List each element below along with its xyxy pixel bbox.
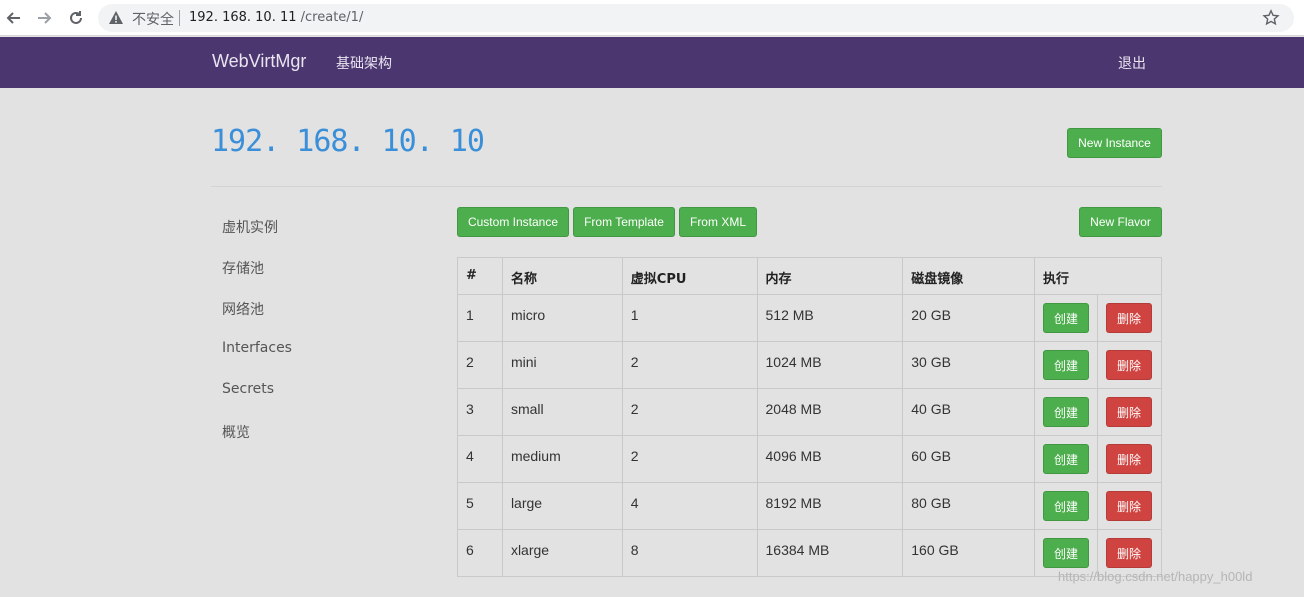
row-vcpu: 1 [621, 294, 758, 342]
table-row: 5 large 4 8192 MB 80 GB 创建 删除 [457, 482, 1163, 530]
page-title: 192. 168. 10. 10 [211, 124, 485, 159]
delete-button[interactable]: 删除 [1105, 538, 1152, 568]
url-separator [179, 10, 180, 26]
back-arrow-icon[interactable] [2, 6, 26, 30]
flavors-table: # 名称 虚拟CPU 内存 磁盘镜像 执行 1 micro 1 512 MB 2… [457, 257, 1163, 577]
bookmark-star-icon[interactable] [1262, 9, 1280, 27]
create-button[interactable]: 创建 [1042, 491, 1089, 521]
header-divider [211, 186, 1162, 187]
watermark-text: https://blog.csdn.net/happy_h00ld [1058, 569, 1253, 584]
row-create-cell: 创建 [1033, 294, 1098, 342]
row-name: large [501, 482, 623, 530]
create-button[interactable]: 创建 [1042, 397, 1089, 427]
brand-link[interactable]: WebVirtMgr [212, 51, 306, 72]
row-disk: 30 GB [902, 341, 1035, 389]
sidebar-item-overview[interactable]: 概览 [222, 422, 250, 442]
nav-infrastructure-link[interactable]: 基础架构 [336, 53, 392, 73]
row-vcpu: 2 [621, 341, 758, 389]
row-name: micro [501, 294, 623, 342]
reload-icon[interactable] [64, 6, 88, 30]
table-row: 3 small 2 2048 MB 40 GB 创建 删除 [457, 388, 1163, 436]
column-header-actions: 执行 [1033, 257, 1163, 295]
row-id: 3 [457, 388, 503, 436]
row-name: medium [501, 435, 623, 483]
row-name: xlarge [501, 529, 623, 577]
delete-button[interactable]: 删除 [1105, 350, 1152, 380]
row-vcpu: 8 [621, 529, 758, 577]
sidebar-item-instances[interactable]: 虚机实例 [222, 217, 278, 237]
column-header-vcpu: 虚拟CPU [621, 257, 758, 295]
new-flavor-button[interactable]: New Flavor [1079, 207, 1162, 237]
row-delete-cell: 删除 [1096, 388, 1163, 436]
row-disk: 160 GB [902, 529, 1035, 577]
row-id: 2 [457, 341, 503, 389]
row-vcpu: 2 [621, 435, 758, 483]
row-id: 1 [457, 294, 503, 342]
from-template-button[interactable]: From Template [573, 207, 675, 237]
url-host: 192. 168. 10. 11 [189, 10, 297, 25]
delete-button[interactable]: 删除 [1105, 491, 1152, 521]
row-name: mini [501, 341, 623, 389]
table-header-row: # 名称 虚拟CPU 内存 磁盘镜像 执行 [457, 257, 1163, 295]
create-button[interactable]: 创建 [1042, 444, 1089, 474]
row-create-cell: 创建 [1033, 482, 1098, 530]
create-button[interactable]: 创建 [1042, 350, 1089, 380]
row-delete-cell: 删除 [1096, 341, 1163, 389]
column-header-id: # [457, 257, 503, 295]
row-vcpu: 4 [621, 482, 758, 530]
row-vcpu: 2 [621, 388, 758, 436]
custom-instance-button[interactable]: Custom Instance [457, 207, 569, 237]
sidebar-item-networks[interactable]: 网络池 [222, 299, 264, 319]
create-button[interactable]: 创建 [1042, 303, 1089, 333]
row-memory: 8192 MB [756, 482, 904, 530]
sidebar-item-storage[interactable]: 存储池 [222, 258, 264, 278]
row-name: small [501, 388, 623, 436]
table-row: 1 micro 1 512 MB 20 GB 创建 删除 [457, 294, 1163, 342]
delete-button[interactable]: 删除 [1105, 397, 1152, 427]
row-create-cell: 创建 [1033, 341, 1098, 389]
row-id: 4 [457, 435, 503, 483]
from-xml-button[interactable]: From XML [679, 207, 757, 237]
row-delete-cell: 删除 [1096, 482, 1163, 530]
delete-button[interactable]: 删除 [1105, 303, 1152, 333]
row-id: 5 [457, 482, 503, 530]
table-row: 2 mini 2 1024 MB 30 GB 创建 删除 [457, 341, 1163, 389]
browser-toolbar: 不安全 192. 168. 10. 11 /create/1/ [0, 0, 1304, 36]
row-id: 6 [457, 529, 503, 577]
column-header-disk: 磁盘镜像 [902, 257, 1035, 295]
create-button[interactable]: 创建 [1042, 538, 1089, 568]
row-memory: 4096 MB [756, 435, 904, 483]
column-header-name: 名称 [501, 257, 623, 295]
row-disk: 60 GB [902, 435, 1035, 483]
delete-button[interactable]: 删除 [1105, 444, 1152, 474]
url-text: 192. 168. 10. 11 /create/1/ [189, 10, 363, 25]
row-create-cell: 创建 [1033, 388, 1098, 436]
table-row: 6 xlarge 8 16384 MB 160 GB 创建 删除 [457, 529, 1163, 577]
sidebar-item-secrets[interactable]: Secrets [222, 381, 274, 397]
row-create-cell: 创建 [1033, 435, 1098, 483]
row-delete-cell: 删除 [1096, 294, 1163, 342]
row-memory: 1024 MB [756, 341, 904, 389]
logout-link[interactable]: 退出 [1118, 53, 1146, 73]
row-disk: 40 GB [902, 388, 1035, 436]
row-memory: 2048 MB [756, 388, 904, 436]
insecure-label: 不安全 [132, 12, 174, 28]
new-instance-button[interactable]: New Instance [1067, 128, 1162, 158]
address-bar[interactable]: 不安全 192. 168. 10. 11 /create/1/ [98, 4, 1294, 32]
warning-icon [109, 11, 123, 24]
row-disk: 20 GB [902, 294, 1035, 342]
sidebar-item-interfaces[interactable]: Interfaces [222, 340, 292, 356]
forward-arrow-icon[interactable] [32, 6, 56, 30]
row-memory: 512 MB [756, 294, 904, 342]
row-delete-cell: 删除 [1096, 435, 1163, 483]
app-navbar: WebVirtMgr 基础架构 退出 [0, 37, 1304, 88]
row-memory: 16384 MB [756, 529, 904, 577]
column-header-memory: 内存 [756, 257, 904, 295]
url-path: /create/1/ [296, 10, 364, 25]
row-disk: 80 GB [902, 482, 1035, 530]
table-row: 4 medium 2 4096 MB 60 GB 创建 删除 [457, 435, 1163, 483]
